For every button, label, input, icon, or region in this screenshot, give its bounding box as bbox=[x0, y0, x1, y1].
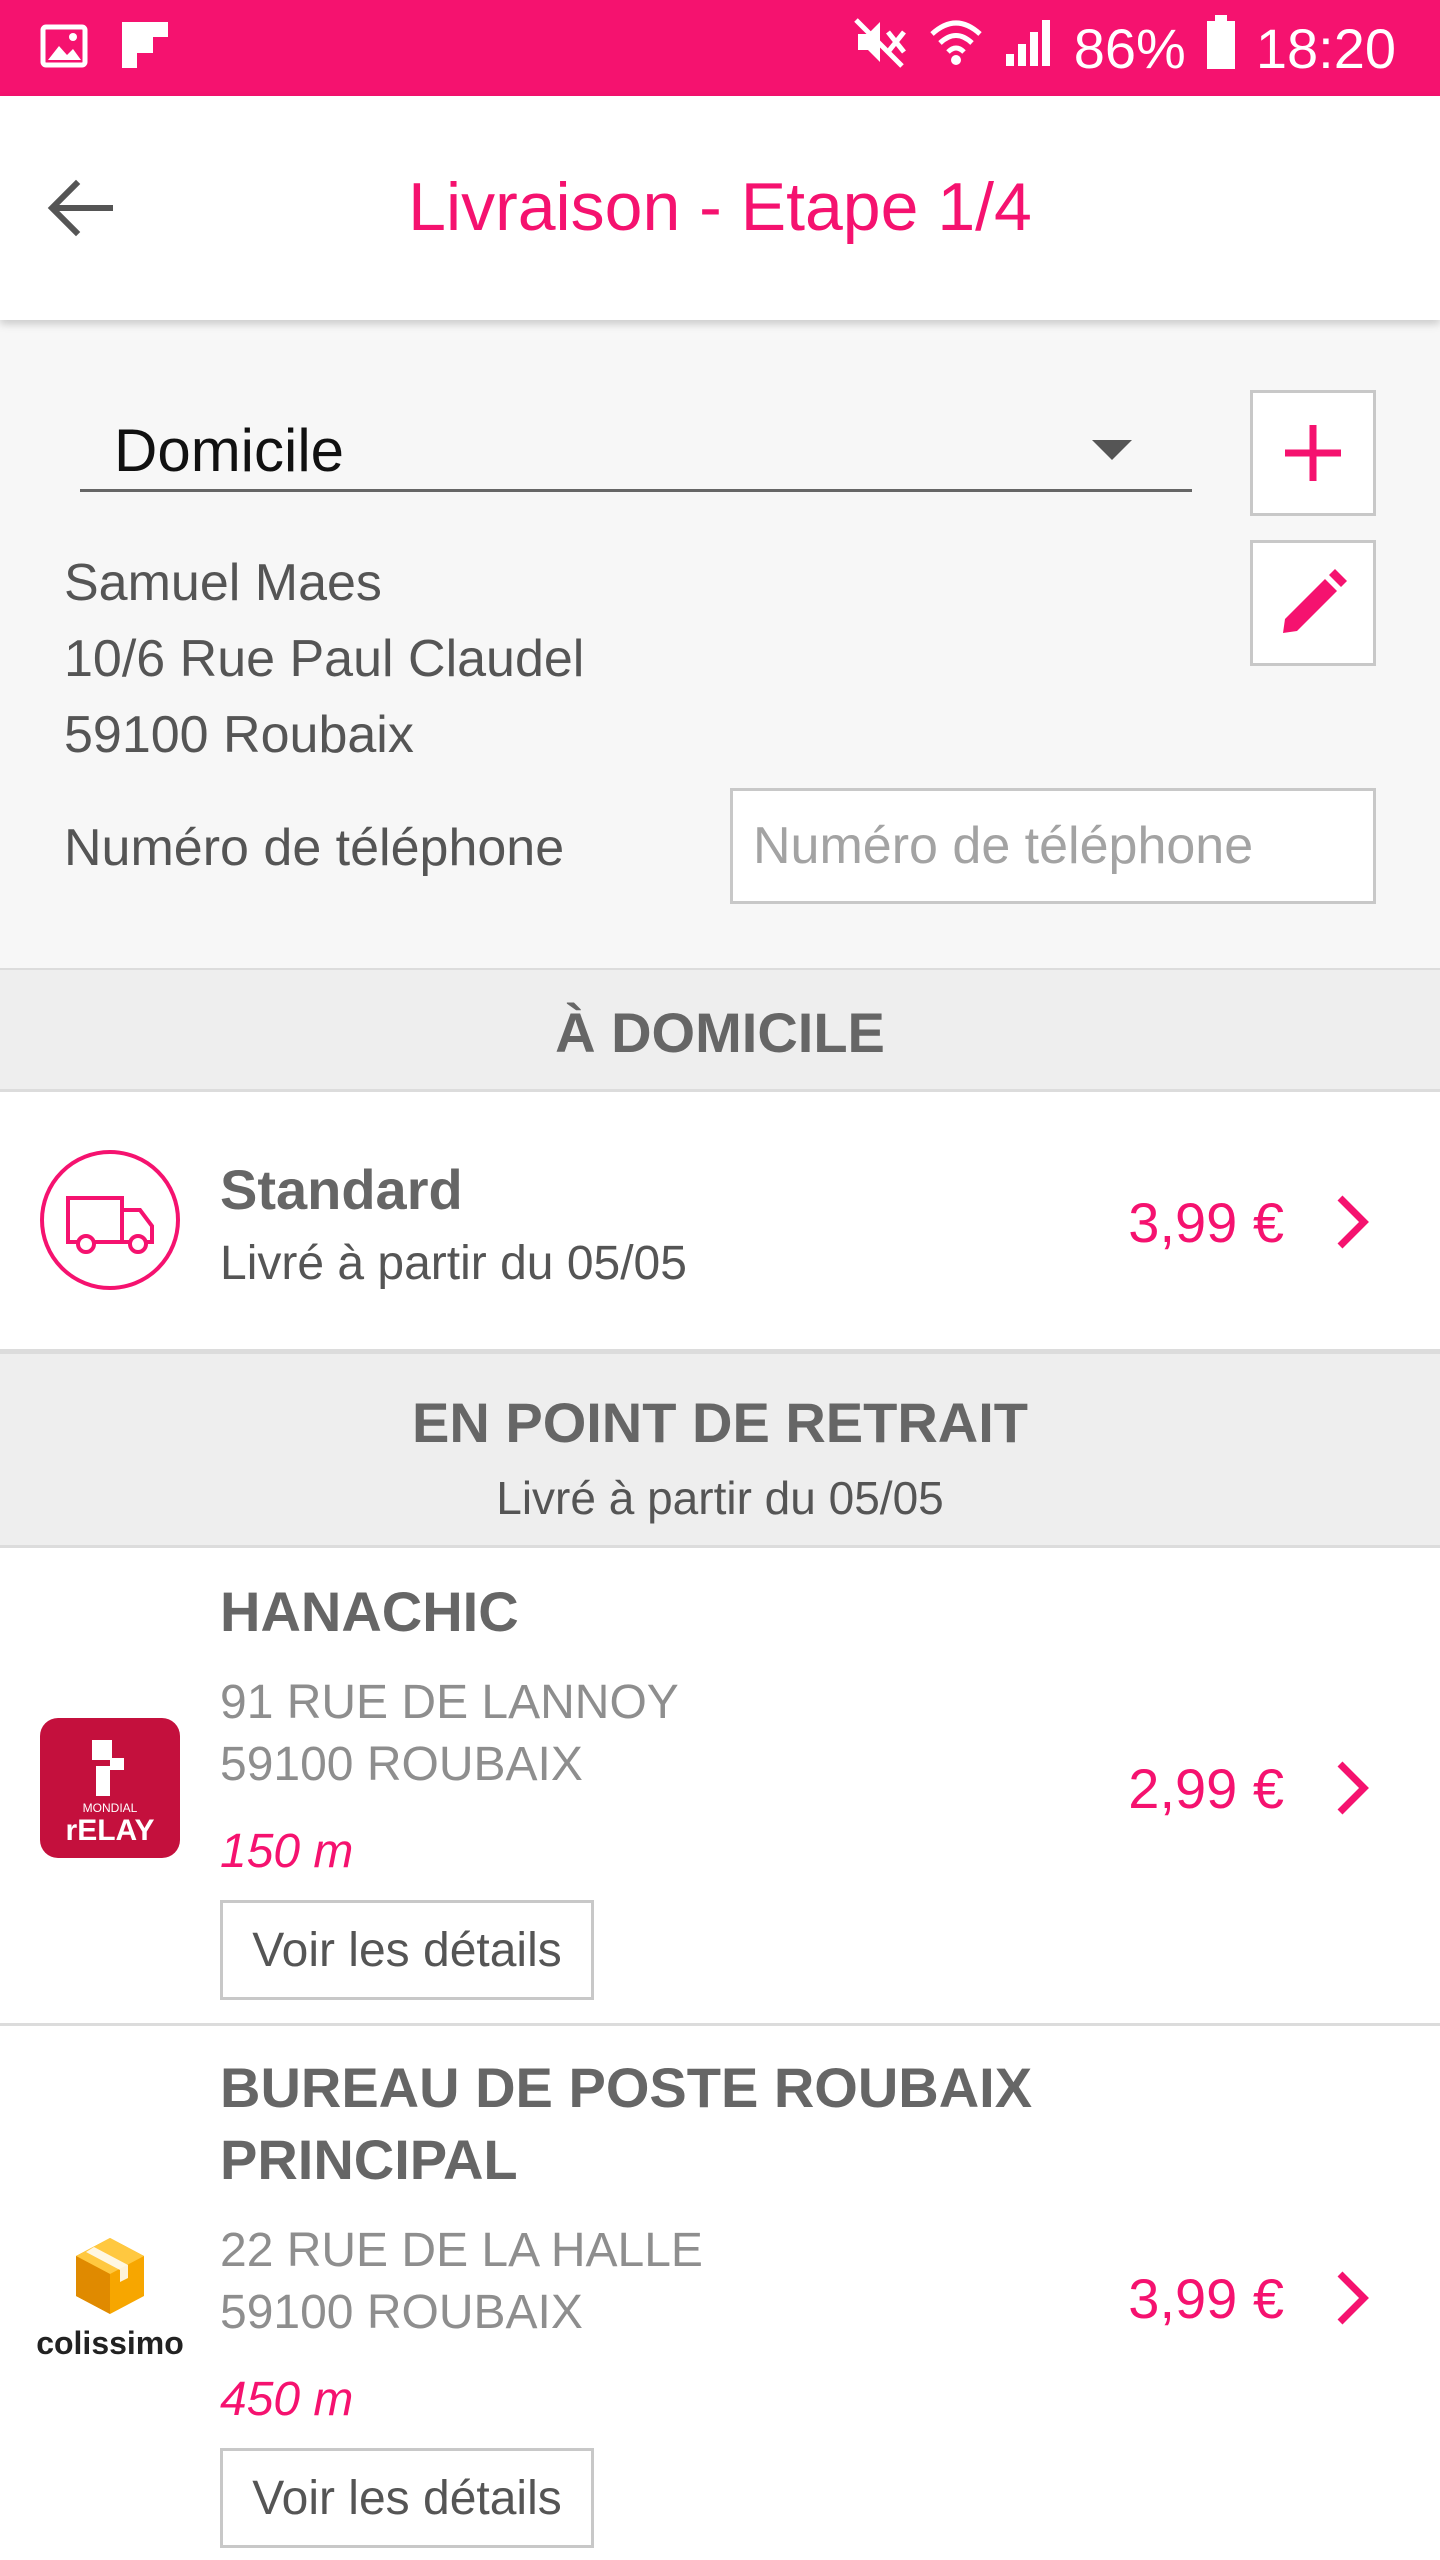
wifi-icon bbox=[928, 14, 984, 83]
caret-down-icon bbox=[1092, 440, 1132, 460]
status-bar: 86% 18:20 bbox=[0, 0, 1440, 96]
pickup-point-name-line2: PRINCIPAL bbox=[220, 2128, 518, 2191]
phone-label: Numéro de téléphone bbox=[64, 819, 565, 877]
pickup-point-address: 22 RUE DE LA HALLE 59100 ROUBAIX bbox=[220, 2220, 703, 2344]
home-delivery-title: À DOMICILE bbox=[555, 1001, 885, 1064]
chevron-right-icon bbox=[1337, 1761, 1369, 1815]
chevron-right-icon bbox=[1337, 2271, 1369, 2325]
pickup-point-address: 91 RUE DE LANNOY 59100 ROUBAIX bbox=[220, 1672, 679, 1796]
address-city: 59100 Roubaix bbox=[64, 706, 414, 764]
address-section: Domicile Samuel Maes 10/6 Rue Paul Claud… bbox=[0, 320, 1440, 968]
pickup-point-name: BUREAU DE POSTE ROUBAIX PRINCIPAL bbox=[220, 2052, 1032, 2196]
pickup-point-distance: 450 m bbox=[220, 2373, 354, 2426]
battery-icon bbox=[1206, 15, 1236, 82]
battery-percent: 86% bbox=[1073, 17, 1186, 80]
pickup-point-address-line2: 59100 ROUBAIX bbox=[220, 2286, 583, 2339]
pickup-point-name-line1: BUREAU DE POSTE ROUBAIX bbox=[220, 2056, 1033, 2119]
truck-icon bbox=[40, 1150, 180, 1290]
view-details-button[interactable]: Voir les détails bbox=[220, 1900, 594, 2000]
standard-price: 3,99 € bbox=[1128, 1191, 1284, 1254]
address-name: Samuel Maes bbox=[64, 554, 382, 612]
flipboard-icon bbox=[122, 22, 168, 75]
add-address-button[interactable] bbox=[1250, 390, 1376, 516]
colissimo-logo-text: colissimo bbox=[36, 2325, 184, 2361]
pickup-title: EN POINT DE RETRAIT bbox=[411, 1391, 1029, 1454]
plus-icon bbox=[1285, 425, 1341, 481]
signal-icon bbox=[1004, 16, 1054, 81]
address-select-value: Domicile bbox=[114, 417, 345, 484]
phone-input[interactable] bbox=[730, 788, 1376, 904]
chevron-right-icon bbox=[1337, 1195, 1369, 1249]
colissimo-logo: colissimo bbox=[36, 2238, 184, 2361]
pickup-header: EN POINT DE RETRAIT Livré à partir du 05… bbox=[0, 1352, 1440, 1548]
address-select[interactable]: Domicile bbox=[80, 408, 1192, 492]
pickup-point-name: HANACHIC bbox=[220, 1580, 519, 1643]
home-delivery-header: À DOMICILE bbox=[0, 968, 1440, 1092]
page-title: Livraison - Etape 1/4 bbox=[408, 169, 1032, 245]
address-street: 10/6 Rue Paul Claudel bbox=[64, 630, 585, 688]
address-details: Samuel Maes 10/6 Rue Paul Claudel 59100 … bbox=[64, 545, 584, 773]
pickup-point-address-line2: 59100 ROUBAIX bbox=[220, 1738, 583, 1791]
pickup-point-address-line1: 22 RUE DE LA HALLE bbox=[220, 2224, 703, 2277]
standard-name: Standard bbox=[220, 1158, 463, 1221]
clock: 18:20 bbox=[1255, 17, 1396, 80]
mondial-relay-logo: MONDIAL rELAY bbox=[40, 1718, 180, 1858]
pickup-point-row[interactable]: colissimo BUREAU DE POSTE ROUBAIX PRINCI… bbox=[0, 2026, 1440, 2560]
view-details-button[interactable]: Voir les détails bbox=[220, 2448, 594, 2548]
pickup-point-price: 2,99 € bbox=[1128, 1757, 1284, 1820]
pickup-point-price: 3,99 € bbox=[1128, 2267, 1284, 2330]
app-bar: Livraison - Etape 1/4 bbox=[0, 96, 1440, 320]
mondial-relay-logo-text-bottom: rELAY bbox=[66, 1814, 155, 1847]
pickup-subtitle: Livré à partir du 05/05 bbox=[496, 1472, 944, 1524]
pencil-icon bbox=[1283, 569, 1347, 633]
gallery-icon bbox=[40, 22, 88, 75]
pickup-point-row[interactable]: MONDIAL rELAY HANACHIC 91 RUE DE LANNOY … bbox=[0, 1548, 1440, 2026]
pickup-point-address-line1: 91 RUE DE LANNOY bbox=[220, 1676, 679, 1729]
mute-icon bbox=[852, 14, 908, 83]
standard-delivery-row[interactable]: Standard Livré à partir du 05/05 3,99 € bbox=[0, 1092, 1440, 1352]
edit-address-button[interactable] bbox=[1250, 540, 1376, 666]
pickup-point-distance: 150 m bbox=[220, 1825, 354, 1878]
standard-subtitle: Livré à partir du 05/05 bbox=[220, 1237, 687, 1290]
mondial-relay-logo-text-top: MONDIAL bbox=[83, 1801, 138, 1815]
